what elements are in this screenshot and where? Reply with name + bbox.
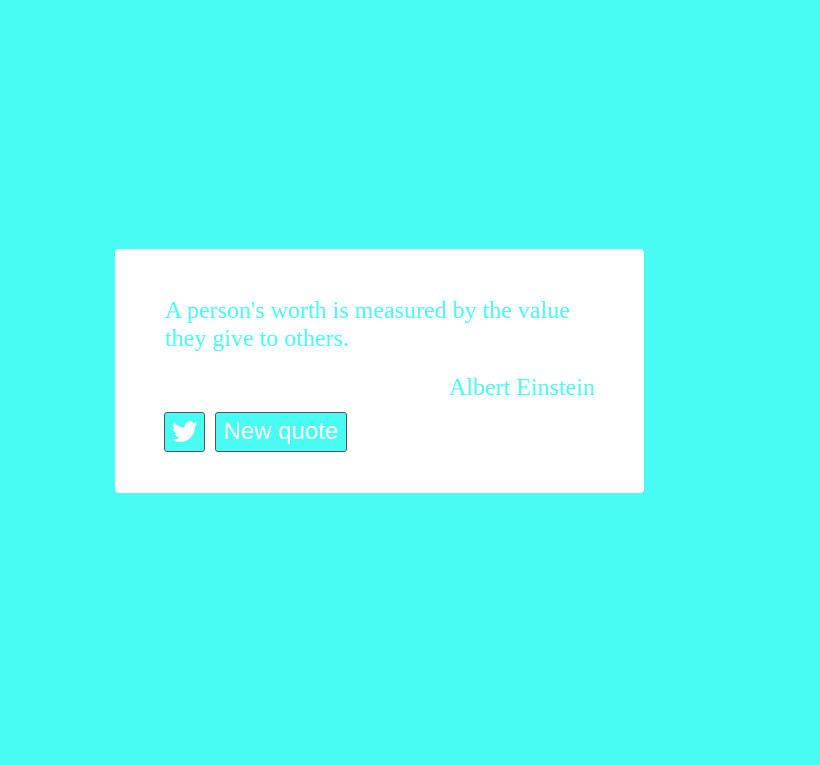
quote-card: A person's worth is measured by the valu…	[115, 249, 644, 493]
new-quote-button[interactable]: New quote	[215, 412, 347, 452]
twitter-icon	[171, 421, 198, 442]
action-buttons: New quote	[164, 412, 347, 452]
tweet-quote-button[interactable]	[164, 412, 205, 452]
quote-text: A person's worth is measured by the valu…	[165, 298, 570, 352]
quote-author: Albert Einstein	[449, 375, 595, 401]
